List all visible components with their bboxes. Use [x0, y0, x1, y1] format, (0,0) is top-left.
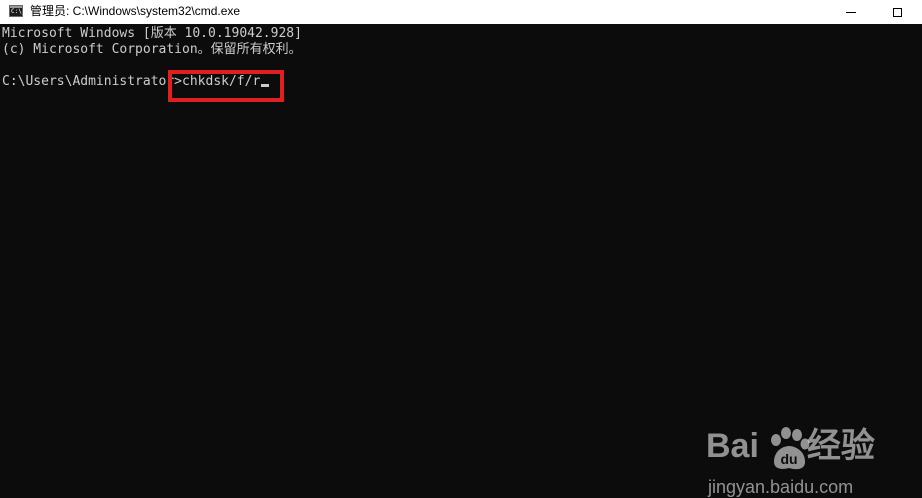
watermark-logo-prefix: Bai	[706, 427, 759, 465]
console-line-copyright: (c) Microsoft Corporation。保留所有权利。	[2, 42, 302, 57]
watermark-url: jingyan.baidu.com	[708, 477, 854, 497]
cmd-icon-text: C:\_	[11, 8, 26, 15]
window-title: 管理员: C:\Windows\system32\cmd.exe	[30, 4, 241, 18]
cmd-window: C:\_ 管理员: C:\Windows\system32\cmd.exe Mi…	[0, 0, 922, 498]
command-highlight-box	[168, 70, 284, 102]
paw-icon: du	[771, 427, 810, 470]
maximize-icon	[892, 7, 902, 17]
prompt-path: C:\Users\Administrator>	[2, 74, 183, 89]
baidu-jingyan-watermark: Bai 经验 du jingyan.baidu.com	[706, 424, 906, 498]
maximize-button[interactable]	[874, 0, 920, 24]
minimize-icon	[846, 11, 856, 13]
paw-text: du	[780, 451, 797, 467]
title-bar[interactable]: C:\_ 管理员: C:\Windows\system32\cmd.exe	[0, 0, 922, 24]
cmd-icon[interactable]: C:\_	[9, 5, 26, 17]
console-area[interactable]: Microsoft Windows [版本 10.0.19042.928] (c…	[0, 24, 922, 498]
watermark-logo-suffix: 经验	[806, 427, 875, 465]
minimize-button[interactable]	[828, 0, 874, 24]
console-line-version: Microsoft Windows [版本 10.0.19042.928]	[2, 26, 302, 41]
